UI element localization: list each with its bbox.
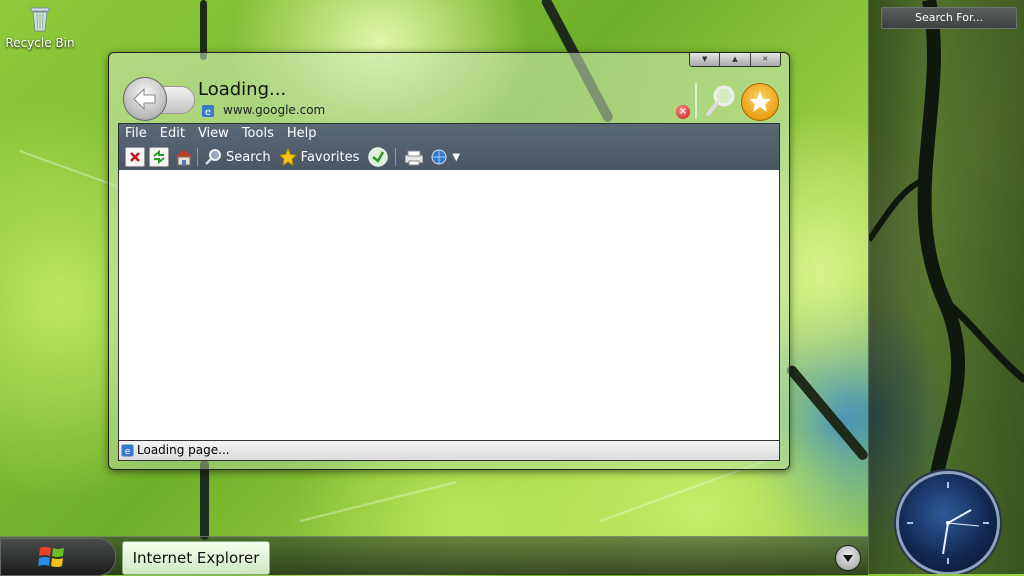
status-text: Loading page... [137,443,230,457]
search-button[interactable] [703,83,739,119]
back-button[interactable] [123,77,167,121]
sidebar-search-input[interactable]: Search For... [881,7,1017,29]
command-toolbar: Search Favorites ▼ [125,146,464,168]
svg-text:e: e [125,447,131,457]
menu-file[interactable]: File [125,126,155,141]
sidebar: Search For... [868,0,1024,574]
home-icon[interactable] [173,148,193,166]
maximize-button[interactable]: ▲ [719,53,750,66]
refresh-icon[interactable] [149,147,169,167]
toolbar-separator [395,148,397,166]
menu-help[interactable]: Help [287,126,325,141]
tray-expand-button[interactable] [835,545,861,571]
history-icon[interactable] [367,146,389,168]
printer-icon[interactable] [402,148,426,166]
browser-toolbar-area: File Edit View Tools Help Search Favorit… [118,123,780,171]
status-bar: e Loading page... [118,440,780,461]
windows-logo-icon [38,547,64,567]
page-title: Loading... [198,79,287,100]
search-small-icon[interactable] [204,148,222,166]
menu-tools[interactable]: Tools [242,126,282,141]
taskbar-internet-explorer[interactable]: Internet Explorer [122,541,270,575]
search-toolbar-label[interactable]: Search [226,150,271,165]
svg-text:e: e [205,107,211,118]
favorites-star-icon[interactable] [278,147,297,166]
star-icon [749,91,771,112]
clock-gadget[interactable] [899,474,997,572]
stop-icon[interactable] [125,147,145,167]
recycle-bin-icon [29,4,51,32]
recycle-bin-shortcut[interactable]: Recycle Bin [2,4,78,50]
stop-loading-button[interactable]: × [676,105,690,119]
globe-icon[interactable] [430,148,448,166]
close-button[interactable]: ✕ [749,53,780,66]
window-controls: ▼ ▲ ✕ [689,53,781,67]
magnifier-icon [706,85,735,116]
wallpaper-leaf-vein [300,481,456,522]
chevron-down-icon[interactable]: ▼ [452,152,460,163]
toolbar-separator [197,148,198,166]
favorites-toolbar-label[interactable]: Favorites [301,150,360,165]
header-separator [695,83,697,119]
browser-window[interactable]: ▼ ▲ ✕ Loading... e www.google.com × File… [108,52,790,470]
page-loading-icon: e [121,444,134,457]
wallpaper-branch [200,0,207,60]
menu-view[interactable]: View [198,126,237,141]
wallpaper-branch [200,460,209,540]
menu-bar: File Edit View Tools Help [125,126,329,141]
ie-page-icon: e [201,104,215,118]
minimize-button[interactable]: ▼ [690,53,720,66]
chevron-down-icon [843,555,853,562]
start-button[interactable] [0,538,116,576]
menu-edit[interactable]: Edit [160,126,193,141]
back-arrow-icon [133,87,156,111]
favorites-center-button[interactable] [741,83,779,121]
address-url[interactable]: www.google.com [223,103,325,117]
recycle-bin-label: Recycle Bin [5,36,75,50]
clock-face-icon [907,482,989,564]
wallpaper-branch [785,363,870,462]
page-content-area[interactable] [118,170,780,440]
